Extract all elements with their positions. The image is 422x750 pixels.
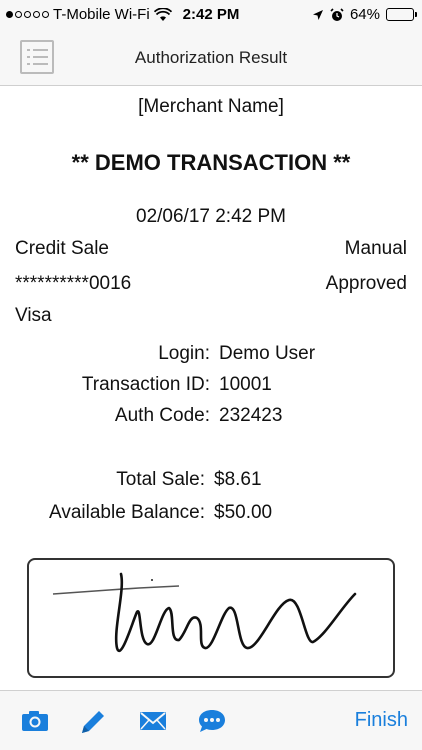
transaction-type-row: Credit Sale Manual (15, 238, 407, 260)
available-balance-value: $50.00 (214, 502, 273, 523)
alarm-clock-icon (330, 7, 344, 21)
chat-icon[interactable] (197, 707, 227, 735)
nav-bar: Authorization Result (0, 30, 422, 86)
card-brand: Visa (15, 305, 52, 326)
merchant-name: [Merchant Name] (138, 96, 284, 117)
battery-percentage: 64% (349, 6, 380, 23)
login-label: Login: (158, 343, 210, 364)
demo-banner: ** DEMO TRANSACTION ** (71, 150, 351, 175)
card-status-row: **********0016 Approved (15, 273, 407, 295)
total-sale-value: $8.61 (214, 469, 262, 490)
card-number: **********0016 (15, 273, 132, 294)
bottom-toolbar: Finish (0, 690, 422, 750)
status-bar: T-Mobile Wi-Fi 2:42 PM 64% (0, 0, 422, 30)
finish-button[interactable]: Finish (355, 709, 408, 732)
transaction-type: Credit Sale (15, 238, 109, 259)
pencil-icon[interactable] (78, 707, 108, 735)
total-sale-row: Total Sale: $8.61 (0, 469, 422, 495)
auth-code-value: 232423 (219, 405, 283, 426)
login-row: Login: Demo User (0, 343, 422, 369)
approval-status: Approved (325, 273, 407, 294)
card-brand-row: Visa (15, 305, 407, 327)
battery-icon (386, 8, 417, 21)
auth-code-label: Auth Code: (114, 405, 210, 426)
available-balance-row: Available Balance: $50.00 (0, 502, 422, 528)
available-balance-label: Available Balance: (49, 502, 205, 523)
transaction-id-row: Transaction ID: 10001 (0, 374, 422, 400)
login-value: Demo User (219, 343, 316, 364)
signature-box (27, 558, 395, 678)
transaction-id-value: 10001 (219, 374, 272, 395)
entry-method: Manual (344, 238, 407, 259)
location-arrow-icon (312, 9, 323, 20)
signature-image (52, 572, 357, 653)
transaction-id-label: Transaction ID: (81, 374, 210, 395)
status-right: 64% (312, 6, 417, 23)
mail-icon[interactable] (138, 707, 168, 735)
page-title: Authorization Result (134, 48, 288, 67)
transaction-datetime: 02/06/17 2:42 PM (136, 206, 286, 227)
total-sale-label: Total Sale: (116, 469, 205, 490)
auth-code-row: Auth Code: 232423 (0, 405, 422, 431)
camera-icon[interactable] (20, 707, 50, 735)
